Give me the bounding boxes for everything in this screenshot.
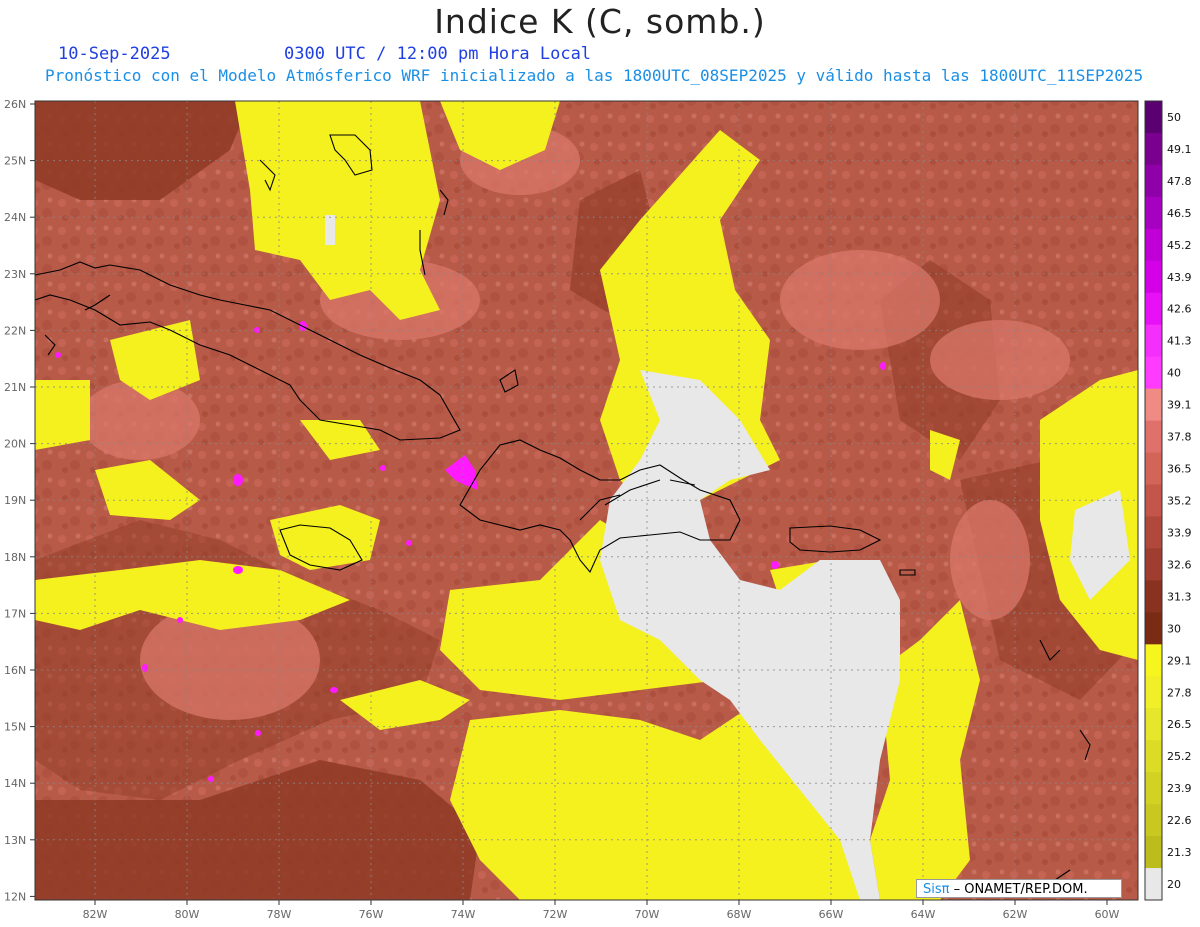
colorbar-label: 31.3 <box>1167 590 1192 603</box>
lat-tick-label: 12N <box>4 890 26 903</box>
colorbar-label: 47.8 <box>1167 175 1192 188</box>
colorbar-segment <box>1145 228 1162 262</box>
colorbar-segment <box>1145 676 1162 709</box>
colorbar-segment <box>1145 644 1162 677</box>
lat-tick-label: 23N <box>4 268 26 281</box>
lat-tick-label: 24N <box>4 211 26 224</box>
colorbar-label: 33.9 <box>1167 526 1192 539</box>
colorbar-label: 41.3 <box>1167 335 1192 348</box>
lon-tick-label: 64W <box>911 908 936 921</box>
colorbar-label: 43.9 <box>1167 271 1192 284</box>
colorbar-segment <box>1145 804 1162 837</box>
colorbar-label: 23.9 <box>1167 782 1192 795</box>
colorbar-segment <box>1145 772 1162 805</box>
colorbar-label: 21.3 <box>1167 846 1192 859</box>
colorbar-label: 29.1 <box>1167 654 1192 667</box>
lat-tick-label: 20N <box>4 438 26 451</box>
colorbar-segment <box>1145 580 1162 613</box>
colorbar-segment <box>1145 324 1162 358</box>
colorbar-label: 37.8 <box>1167 431 1192 444</box>
colorbar-label: 46.5 <box>1167 207 1192 220</box>
colorbar-label: 40 <box>1167 367 1181 380</box>
lon-tick-label: 80W <box>175 908 200 921</box>
colorbar-segment <box>1145 452 1162 486</box>
sispi-logo-text: Sisπ <box>923 882 950 897</box>
colorbar-label: 22.6 <box>1167 814 1192 827</box>
colorbar-segment <box>1145 260 1162 294</box>
colorbar-label: 25.2 <box>1167 750 1192 763</box>
colorbar-label: 42.6 <box>1167 303 1192 316</box>
colorbar-segment <box>1145 196 1162 230</box>
colorbar-label: 49.1 <box>1167 143 1192 156</box>
colorbar-segment <box>1145 388 1162 422</box>
lon-tick-label: 76W <box>359 908 384 921</box>
lat-tick-label: 15N <box>4 721 26 734</box>
colorbar-segment <box>1145 708 1162 741</box>
colorbar-label: 39.1 <box>1167 399 1192 412</box>
lat-tick-label: 26N <box>4 98 26 111</box>
credit-text: – ONAMET/REP.DOM. <box>949 882 1088 897</box>
colorbar-segment <box>1145 356 1162 390</box>
colorbar-segment <box>1145 612 1162 645</box>
colorbar-label: 50 <box>1167 111 1181 124</box>
lat-tick-label: 19N <box>4 494 26 507</box>
colorbar-segment <box>1145 101 1162 134</box>
colorbar-segment <box>1145 292 1162 326</box>
map-field <box>35 101 1138 900</box>
colorbar-label: 27.8 <box>1167 686 1192 699</box>
colorbar-label: 20 <box>1167 878 1181 891</box>
lon-tick-label: 70W <box>635 908 660 921</box>
colorbar-segment <box>1145 740 1162 773</box>
lat-tick-label: 25N <box>4 155 26 168</box>
longitude-axis: 82W 80W 78W 76W 74W 72W 70W 68W 66W 64W 62W 60W <box>83 900 1120 921</box>
lon-tick-label: 78W <box>267 908 292 921</box>
colorbar-segment <box>1145 868 1162 901</box>
lon-tick-label: 60W <box>1095 908 1120 921</box>
lat-tick-label: 22N <box>4 324 26 337</box>
lon-tick-label: 68W <box>727 908 752 921</box>
lat-tick-label: 18N <box>4 551 26 564</box>
map-figure: 26N 25N 24N 23N 22N 21N 20N 19N 18N 17N 16N 15N 14N 1… <box>4 98 1192 921</box>
colorbar-label: 32.6 <box>1167 558 1192 571</box>
lon-tick-label: 66W <box>819 908 844 921</box>
colorbar-segment <box>1145 548 1162 581</box>
colorbar-label: 30 <box>1167 622 1181 635</box>
lat-tick-label: 16N <box>4 664 26 677</box>
credit-box: Sisπ – ONAMET/REP.DOM. <box>916 879 1122 898</box>
lat-tick-label: 17N <box>4 607 26 620</box>
colorbar-label: 26.5 <box>1167 718 1192 731</box>
colorbar-segment <box>1145 164 1162 198</box>
lat-tick-label: 14N <box>4 777 26 790</box>
colorbar-segment <box>1145 420 1162 454</box>
colorbar: 50 49.1 47.8 46.5 45.2 43.9 42.6 41.3 40 39.1 37.8… <box>1144 100 1192 901</box>
colorbar-segment <box>1145 516 1162 549</box>
lon-tick-label: 82W <box>83 908 108 921</box>
colorbar-segment <box>1145 836 1162 869</box>
colorbar-label: 45.2 <box>1167 239 1192 252</box>
latitude-axis: 26N 25N 24N 23N 22N 21N 20N 19N 18N 17N 16N 15N 14N 1… <box>4 98 35 903</box>
colorbar-segment <box>1145 484 1162 517</box>
lat-tick-label: 13N <box>4 834 26 847</box>
colorbar-label: 35.2 <box>1167 495 1192 508</box>
lon-tick-label: 62W <box>1003 908 1028 921</box>
lat-tick-label: 21N <box>4 381 26 394</box>
colorbar-label: 36.5 <box>1167 463 1192 476</box>
lon-tick-label: 72W <box>543 908 568 921</box>
lon-tick-label: 74W <box>451 908 476 921</box>
colorbar-segment <box>1145 132 1162 166</box>
